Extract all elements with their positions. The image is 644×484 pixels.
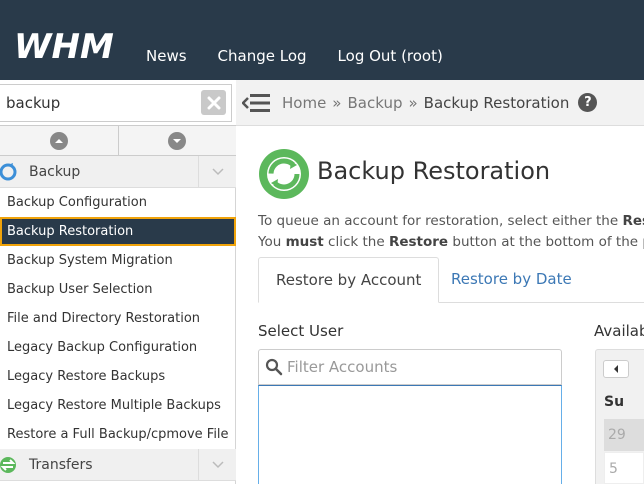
sidebar-item-legacy-restore-backups[interactable]: Legacy Restore Backups xyxy=(0,362,236,391)
help-icon[interactable]: ? xyxy=(578,93,598,112)
nav-news-link[interactable]: News xyxy=(146,47,187,65)
intro-text-segment: click the xyxy=(323,234,389,250)
tab-restore-by-account[interactable]: Restore by Account xyxy=(258,257,440,303)
chevron-down-icon xyxy=(173,138,182,143)
chevron-down-icon xyxy=(211,168,224,176)
calendar-day: 29 xyxy=(604,419,644,451)
page-title: Backup Restoration xyxy=(317,157,551,185)
top-nav: News Change Log Log Out (root) xyxy=(146,47,474,65)
collapse-all-button[interactable] xyxy=(118,126,236,155)
sidebar-collapse-controls xyxy=(0,126,236,156)
sidebar-search xyxy=(0,80,236,126)
breadcrumb-home[interactable]: Home xyxy=(282,94,326,112)
intro-bold-segment: Rest xyxy=(622,213,644,229)
category-label: Transfers xyxy=(29,456,93,473)
intro-text: To queue an account for restoration, sel… xyxy=(258,211,644,253)
intro-bold-segment: Restore xyxy=(388,234,449,250)
breadcrumb-separator: » xyxy=(408,93,418,112)
filter-accounts-input[interactable] xyxy=(287,358,547,376)
intro-bold-segment: must xyxy=(285,234,324,250)
sidebar-item-restore-full-backup[interactable]: Restore a Full Backup/cpmove File xyxy=(0,420,236,449)
chevron-up-icon xyxy=(54,138,63,143)
nav-logout-link[interactable]: Log Out (root) xyxy=(338,47,443,65)
clear-search-button[interactable] xyxy=(201,90,226,115)
intro-text-segment: You xyxy=(258,234,286,250)
transfers-icon xyxy=(0,456,16,473)
sidebar-item-backup-configuration[interactable]: Backup Configuration xyxy=(0,188,236,217)
top-header: WHM News Change Log Log Out (root) xyxy=(0,0,644,80)
intro-text-segment: To queue an account for restoration, sel… xyxy=(258,213,623,229)
calendar-day-header: Su xyxy=(604,394,625,410)
category-toggle[interactable] xyxy=(198,449,236,481)
breadcrumb-separator: » xyxy=(332,93,342,112)
filter-accounts-field[interactable] xyxy=(258,349,562,385)
sidebar-item-backup-user-selection[interactable]: Backup User Selection xyxy=(0,275,236,304)
intro-text-segment: button at the bottom of the pa xyxy=(448,234,644,250)
restore-tabs: Restore by Account Restore by Date xyxy=(258,257,644,303)
sidebar: Backup Backup Configuration Backup Resto… xyxy=(0,80,236,484)
category-transfers[interactable]: Transfers xyxy=(0,449,236,481)
sidebar-item-backup-restoration[interactable]: Backup Restoration xyxy=(0,217,236,246)
tab-restore-by-date[interactable]: Restore by Date xyxy=(434,257,589,303)
main-content: Backup Restoration To queue an account f… xyxy=(236,126,644,484)
backup-nav-list: Backup Configuration Backup Restoration … xyxy=(0,188,236,449)
backup-refresh-icon xyxy=(0,162,17,180)
sidebar-item-backup-system-migration[interactable]: Backup System Migration xyxy=(0,246,236,275)
sidebar-item-file-directory-restoration[interactable]: File and Directory Restoration xyxy=(0,304,236,333)
chevron-down-icon xyxy=(211,461,224,469)
nav-changelog-link[interactable]: Change Log xyxy=(218,47,307,65)
breadcrumb-backup[interactable]: Backup xyxy=(347,94,402,112)
whm-logo[interactable]: WHM xyxy=(14,28,124,64)
sidebar-item-legacy-restore-multiple[interactable]: Legacy Restore Multiple Backups xyxy=(0,391,236,420)
date-calendar: Su 29 5 xyxy=(595,349,644,484)
category-toggle[interactable] xyxy=(198,156,236,188)
calendar-prev-button[interactable] xyxy=(603,360,629,378)
svg-text:WHM: WHM xyxy=(14,28,114,64)
menu-collapse-icon[interactable] xyxy=(242,92,272,114)
close-icon xyxy=(207,96,220,109)
category-label: Backup xyxy=(29,163,81,180)
search-input[interactable] xyxy=(0,84,232,122)
calendar-day[interactable]: 5 xyxy=(604,452,644,484)
category-backup[interactable]: Backup xyxy=(0,156,236,188)
user-list-box[interactable] xyxy=(258,385,562,484)
select-user-label: Select User xyxy=(258,322,344,340)
breadcrumb: Home » Backup » Backup Restoration ? xyxy=(236,80,644,126)
available-label: Availab xyxy=(594,322,644,340)
expand-all-button[interactable] xyxy=(0,126,119,155)
sidebar-item-legacy-backup-configuration[interactable]: Legacy Backup Configuration xyxy=(0,333,236,362)
backup-restoration-icon xyxy=(259,149,309,199)
breadcrumb-current: Backup Restoration xyxy=(423,93,570,112)
search-icon xyxy=(265,358,283,376)
chevron-left-icon xyxy=(614,365,618,373)
